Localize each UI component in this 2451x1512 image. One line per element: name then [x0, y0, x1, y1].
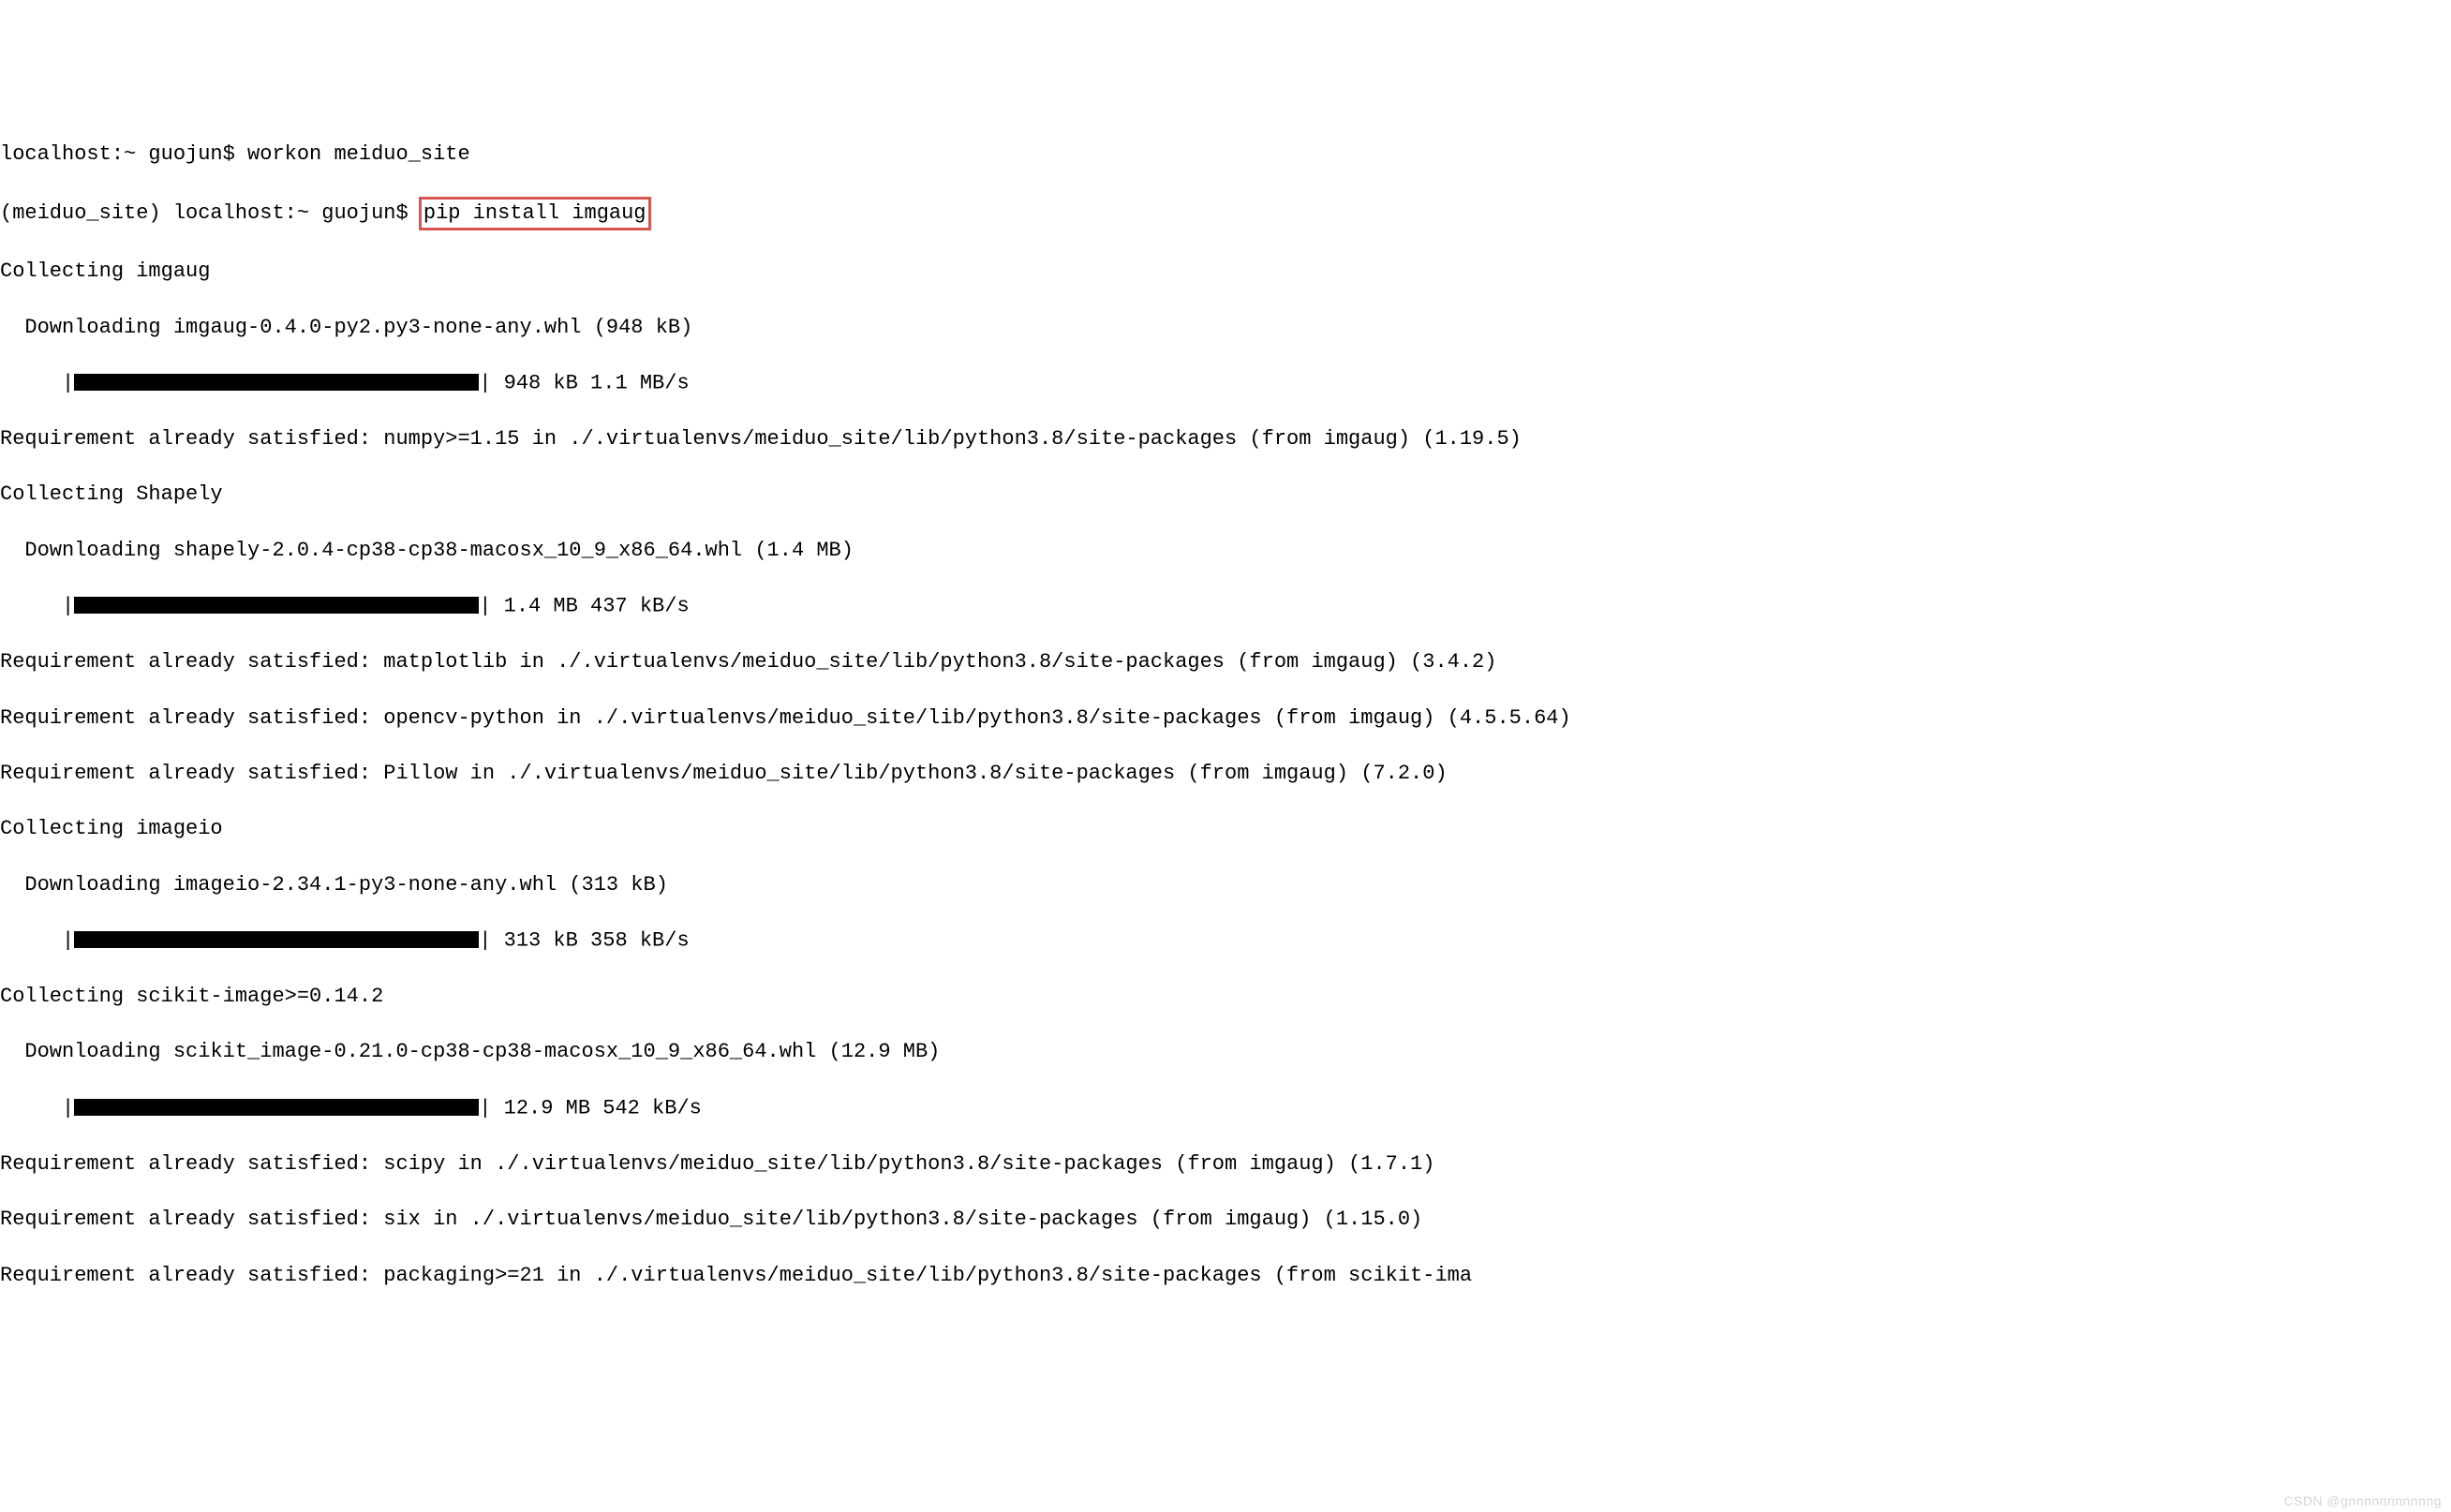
command-text: workon meiduo_site — [247, 142, 470, 166]
terminal-line: Downloading shapely-2.0.4-cp38-cp38-maco… — [0, 537, 2451, 565]
shell-prompt: localhost:~ guojun$ — [0, 142, 247, 166]
shell-prompt: (meiduo_site) localhost:~ guojun$ — [0, 201, 421, 225]
terminal-line: Downloading imgaug-0.4.0-py2.py3-none-an… — [0, 314, 2451, 342]
progress-bar — [74, 1094, 479, 1122]
progress-suffix: | 12.9 MB 542 kB/s — [479, 1096, 702, 1119]
terminal-line: Requirement already satisfied: opencv-py… — [0, 704, 2451, 733]
terminal-line: Requirement already satisfied: Pillow in… — [0, 760, 2451, 788]
terminal-line: (meiduo_site) localhost:~ guojun$ pip in… — [0, 197, 2451, 230]
terminal-line: | | 1.4 MB 437 kB/s — [0, 592, 2451, 620]
highlighted-command: pip install imgaug — [419, 197, 651, 230]
terminal-line: Requirement already satisfied: packaging… — [0, 1262, 2451, 1290]
progress-bar — [74, 926, 479, 955]
progress-prefix: | — [0, 372, 74, 395]
progress-prefix: | — [0, 1096, 74, 1119]
progress-fill — [74, 597, 479, 614]
progress-suffix: | 948 kB 1.1 MB/s — [479, 372, 689, 395]
terminal-line: Downloading imageio-2.34.1-py3-none-any.… — [0, 871, 2451, 899]
progress-bar — [74, 369, 479, 397]
terminal-line: Collecting imgaug — [0, 258, 2451, 286]
terminal-line: Downloading scikit_image-0.21.0-cp38-cp3… — [0, 1038, 2451, 1066]
terminal-line: Requirement already satisfied: scipy in … — [0, 1150, 2451, 1178]
progress-fill — [74, 374, 479, 391]
watermark-text: CSDN @gnnnnnnnnnnng — [2284, 1492, 2443, 1510]
terminal-line: Collecting scikit-image>=0.14.2 — [0, 983, 2451, 1011]
terminal-line: Requirement already satisfied: numpy>=1.… — [0, 425, 2451, 453]
terminal-line: | | 12.9 MB 542 kB/s — [0, 1094, 2451, 1122]
progress-prefix: | — [0, 595, 74, 618]
progress-bar — [74, 592, 479, 620]
terminal-line: Collecting imageio — [0, 815, 2451, 843]
progress-suffix: | 1.4 MB 437 kB/s — [479, 595, 689, 618]
progress-suffix: | 313 kB 358 kB/s — [479, 929, 689, 953]
terminal-line: | | 313 kB 358 kB/s — [0, 926, 2451, 955]
terminal-line: Requirement already satisfied: six in ./… — [0, 1206, 2451, 1234]
terminal-output[interactable]: localhost:~ guojun$ workon meiduo_site (… — [0, 113, 2451, 1317]
terminal-line: Collecting Shapely — [0, 481, 2451, 509]
progress-fill — [74, 931, 479, 948]
progress-prefix: | — [0, 929, 74, 953]
progress-fill — [74, 1099, 479, 1116]
terminal-line: localhost:~ guojun$ workon meiduo_site — [0, 141, 2451, 169]
terminal-line: Requirement already satisfied: matplotli… — [0, 648, 2451, 676]
terminal-line: | | 948 kB 1.1 MB/s — [0, 369, 2451, 397]
command-text: pip install imgaug — [423, 201, 646, 225]
